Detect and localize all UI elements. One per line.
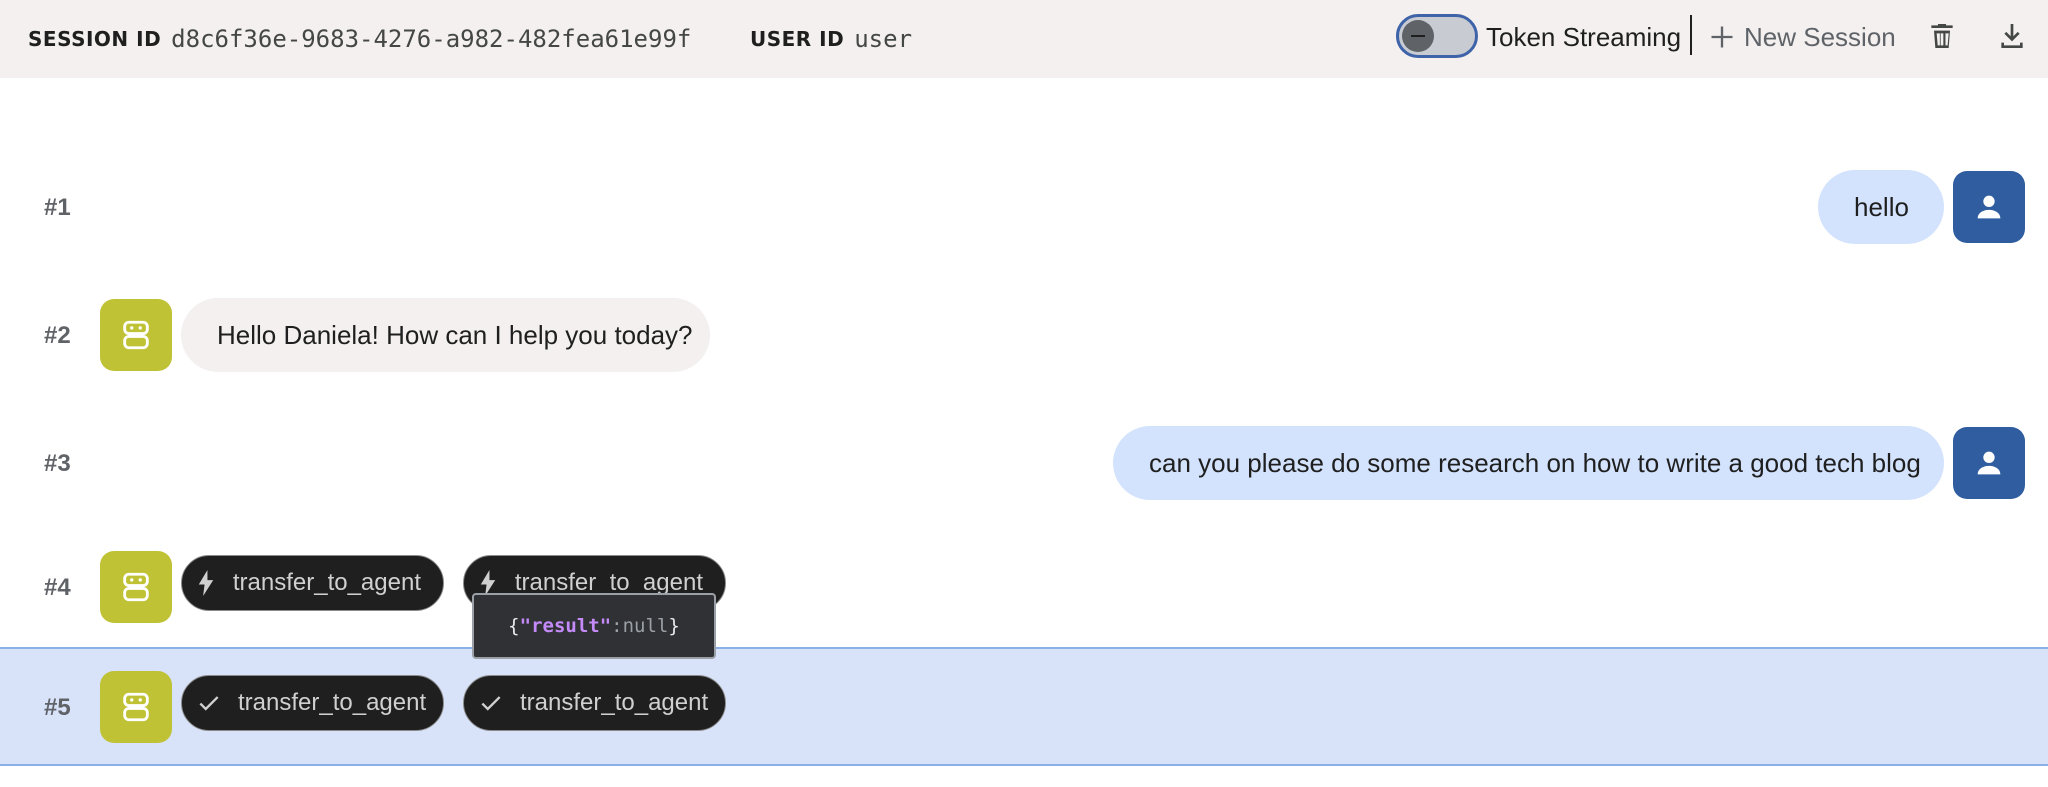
plus-icon [1711, 26, 1733, 48]
user-message-bubble: hello [1818, 170, 1944, 244]
new-session-label: New Session [1744, 21, 1896, 52]
user-message-bubble: can you please do some research on how t… [1113, 426, 1944, 500]
check-icon [196, 689, 222, 717]
function-result-tooltip: {"result": null} [472, 593, 716, 659]
download-icon [2001, 24, 2023, 48]
message-number: #4 [44, 574, 71, 601]
token-streaming-toggle[interactable] [1396, 14, 1478, 58]
user-avatar [1953, 171, 2025, 243]
message-number: #5 [44, 694, 71, 721]
delete-session-button[interactable] [1922, 16, 1962, 56]
toggle-knob [1402, 20, 1434, 52]
session-header: SESSION ID d8c6f36e-9683-4276-a982-482fe… [0, 0, 2048, 78]
tooltip-close-brace: } [668, 615, 680, 637]
person-icon [1977, 451, 2001, 475]
bot-avatar [100, 671, 172, 743]
robot-icon [123, 572, 149, 602]
robot-icon [123, 320, 149, 350]
trash-icon [1931, 24, 1953, 48]
bot-message-bubble: Hello Daniela! How can I help you today? [181, 298, 710, 372]
chip-label: transfer_to_agent [520, 689, 709, 716]
chip-label: transfer_to_agent [232, 569, 421, 596]
bolt-icon [196, 569, 217, 597]
function-call-chip[interactable]: transfer_to_agent [181, 555, 444, 611]
message-row: #3 can you please do some research on ho… [0, 426, 2048, 500]
user-id-group: USER ID user [750, 0, 912, 78]
tooltip-open-brace: { [508, 615, 520, 637]
chip-label: transfer_to_agent [238, 689, 427, 716]
message-row: #4 transfer_to_agent transfer_to_agent [0, 550, 2048, 624]
message-number: #3 [44, 450, 71, 477]
robot-icon [123, 692, 149, 722]
bot-avatar [100, 299, 172, 371]
tooltip-key: "result" [519, 615, 612, 637]
new-session-button[interactable]: New Session [1708, 0, 1896, 74]
header-divider [1690, 15, 1692, 55]
message-number: #1 [44, 194, 71, 221]
download-button[interactable] [1992, 16, 2032, 56]
message-row-selected[interactable]: #5 transfer_to_agent transfer_to_agent [0, 670, 2048, 744]
person-icon [1977, 195, 2001, 219]
message-row: #1 hello [0, 170, 2048, 244]
message-row: #2 Hello Daniela! How can I help you tod… [0, 298, 2048, 372]
token-streaming-label: Token Streaming [1486, 21, 1682, 52]
user-id-label: USER ID [750, 27, 845, 51]
check-icon [478, 689, 504, 717]
function-response-chip[interactable]: transfer_to_agent [463, 675, 726, 731]
function-response-chip[interactable]: transfer_to_agent [181, 675, 444, 731]
message-number: #2 [44, 322, 71, 349]
tooltip-colon: : [611, 615, 623, 637]
user-avatar [1953, 427, 2025, 499]
bot-avatar [100, 551, 172, 623]
user-id-value: user [854, 25, 913, 53]
tooltip-value: null [622, 615, 669, 637]
session-id-label: SESSION ID [28, 27, 162, 51]
session-id-value: d8c6f36e-9683-4276-a982-482fea61e99f [171, 25, 692, 53]
session-id-group: SESSION ID d8c6f36e-9683-4276-a982-482fe… [28, 0, 691, 78]
